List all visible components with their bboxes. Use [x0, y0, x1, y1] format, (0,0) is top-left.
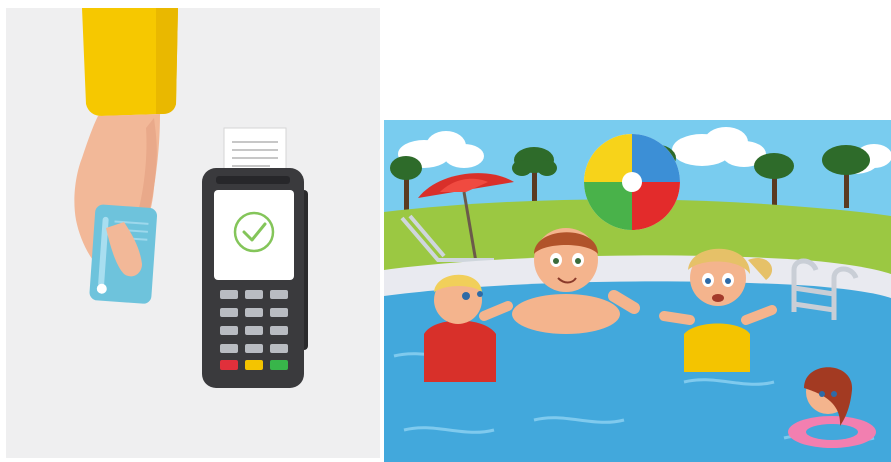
- clear-key: [245, 360, 263, 370]
- confirm-key: [270, 360, 288, 370]
- payment-scene: [6, 8, 380, 458]
- terminal-screen: [214, 190, 294, 280]
- payment-background: [6, 8, 380, 458]
- sleeve-shadow: [156, 8, 178, 114]
- pool-illustration: [384, 120, 891, 462]
- pool-scene: [384, 120, 891, 462]
- beach-ball: [584, 134, 680, 230]
- payment-illustration: [6, 8, 380, 458]
- terminal-slot: [216, 176, 290, 184]
- cancel-key: [220, 360, 238, 370]
